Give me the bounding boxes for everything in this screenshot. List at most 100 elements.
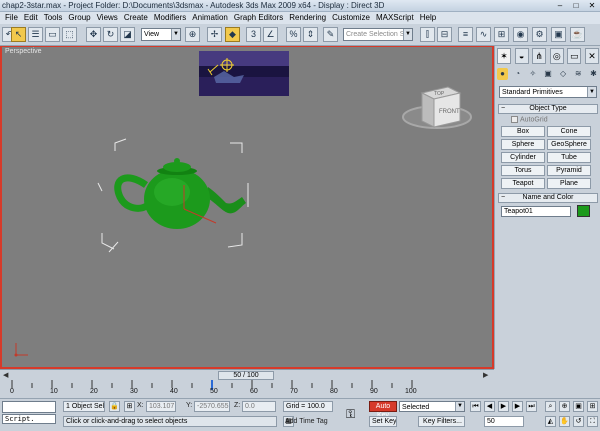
select-by-name-icon[interactable]: ☰ (28, 27, 43, 42)
maxscript-output[interactable]: Script. (2, 414, 56, 424)
next-key-icon[interactable]: ▶ (512, 401, 523, 412)
menu-maxscript[interactable]: MAXScript (373, 12, 417, 24)
absolute-mode-icon[interactable]: ⊞ (124, 401, 135, 412)
zoom-all-icon[interactable]: ⊕ (559, 401, 570, 412)
zoom-extents-all-icon[interactable]: ⊞ (587, 401, 598, 412)
object-name-input[interactable]: Teapot01 (501, 206, 571, 217)
mirror-icon[interactable]: ⫿ (420, 27, 435, 42)
maximize-icon[interactable]: □ (568, 0, 584, 11)
shapes-icon[interactable]: ◔ (512, 68, 523, 80)
previous-key-icon[interactable]: ◀ (484, 401, 495, 412)
align-icon[interactable]: ⊟ (437, 27, 452, 42)
next-frame-icon[interactable]: ▶ (483, 371, 488, 379)
menu-graph-editors[interactable]: Graph Editors (231, 12, 286, 24)
z-coordinate-field[interactable]: 0.0 (242, 401, 276, 412)
keyboard-shortcut-override-icon[interactable]: ◆ (225, 27, 240, 42)
space-warps-icon[interactable]: ≋ (573, 68, 584, 80)
select-manipulate-icon[interactable]: ✢ (207, 27, 222, 42)
torus-button[interactable]: Torus (501, 165, 545, 176)
field-of-view-icon[interactable]: ◭ (545, 416, 556, 427)
object-type-rollout[interactable]: − Object Type (498, 104, 598, 114)
select-and-rotate-icon[interactable]: ↻ (103, 27, 118, 42)
snap-toggle-icon[interactable]: 3 (246, 27, 261, 42)
play-icon[interactable]: ▶ (498, 401, 509, 412)
rendered-frame-window-icon[interactable]: ▣ (551, 27, 566, 42)
track-bar[interactable]: 0 10 20 30 40 50 60 70 80 90 100 (0, 380, 494, 398)
rectangular-selection-icon[interactable]: ▭ (45, 27, 60, 42)
lights-icon[interactable]: ✧ (527, 68, 538, 80)
teapot-object[interactable] (114, 158, 246, 229)
menu-modifiers[interactable]: Modifiers (151, 12, 189, 24)
curve-editor-icon[interactable]: ∿ (476, 27, 491, 42)
menu-edit[interactable]: Edit (21, 12, 41, 24)
cylinder-button[interactable]: Cylinder (501, 152, 545, 163)
previous-frame-icon[interactable]: ◀ (3, 371, 8, 379)
key-icon[interactable]: ⚿ (346, 407, 355, 422)
schematic-view-icon[interactable]: ⊞ (494, 27, 509, 42)
menu-create[interactable]: Create (121, 12, 151, 24)
name-and-color-rollout[interactable]: − Name and Color (498, 193, 598, 203)
cameras-icon[interactable]: ▣ (542, 68, 553, 80)
pan-icon[interactable]: ✋ (559, 416, 570, 427)
tube-button[interactable]: Tube (547, 152, 591, 163)
motion-panel-icon[interactable]: ◎ (549, 48, 564, 64)
plane-button[interactable]: Plane (547, 178, 591, 189)
go-to-end-icon[interactable]: ⏭ (526, 401, 537, 412)
y-coordinate-field[interactable]: -2570.655 (194, 401, 230, 412)
sphere-button[interactable]: Sphere (501, 139, 545, 150)
angle-snap-icon[interactable]: ∠ (263, 27, 278, 42)
object-color-swatch[interactable] (577, 205, 590, 217)
cone-button[interactable]: Cone (547, 126, 591, 137)
selection-lock-icon[interactable]: 🔒 (109, 401, 120, 412)
utilities-panel-icon[interactable]: ✕ (584, 48, 599, 64)
menu-help[interactable]: Help (417, 12, 439, 24)
select-object-icon[interactable]: ↖ (11, 27, 26, 42)
minimize-icon[interactable]: – (552, 0, 568, 11)
teapot-button[interactable]: Teapot (501, 178, 545, 189)
orbit-icon[interactable]: ↺ (573, 416, 584, 427)
menu-file[interactable]: File (2, 12, 21, 24)
time-slider-thumb[interactable]: 50 / 100 (218, 371, 274, 380)
set-key-button[interactable]: Set Key (369, 416, 397, 427)
maxscript-listener-input[interactable] (2, 401, 56, 413)
key-filters-button[interactable]: Key Filters... (418, 416, 465, 427)
time-slider[interactable]: ◀ 50 / 100 ▶ (0, 369, 494, 380)
display-panel-icon[interactable]: ▭ (567, 48, 582, 64)
render-setup-icon[interactable]: ⚙ (532, 27, 547, 42)
zoom-extents-icon[interactable]: ▣ (573, 401, 584, 412)
perspective-viewport[interactable]: Perspective TOP FRONT (0, 46, 494, 369)
hierarchy-panel-icon[interactable]: ⋔ (532, 48, 547, 64)
percent-snap-icon[interactable]: % (286, 27, 301, 42)
geometry-icon[interactable]: ● (497, 68, 508, 80)
current-frame-field[interactable]: 50 (484, 416, 524, 427)
maximize-viewport-icon[interactable]: ⛶ (587, 416, 598, 427)
render-production-icon[interactable]: ☕ (570, 27, 585, 42)
menu-tools[interactable]: Tools (41, 12, 66, 24)
create-panel-icon[interactable]: ✶ (497, 48, 511, 64)
menu-animation[interactable]: Animation (189, 12, 231, 24)
reference-coordinate-dropdown[interactable]: View ▼ (141, 28, 181, 41)
layer-manager-icon[interactable]: ≡ (458, 27, 473, 42)
edit-named-selection-icon[interactable]: ✎ (323, 27, 338, 42)
object-category-dropdown[interactable]: Standard Primitives ▼ (499, 86, 597, 98)
autogrid-checkbox[interactable]: AutoGrid (511, 116, 548, 123)
modify-panel-icon[interactable]: ◒ (514, 48, 529, 64)
pivot-center-icon[interactable]: ⊕ (185, 27, 200, 42)
pyramid-button[interactable]: Pyramid (547, 165, 591, 176)
close-icon[interactable]: ✕ (584, 0, 600, 11)
go-to-start-icon[interactable]: ⏮ (470, 401, 481, 412)
key-mode-dropdown[interactable]: Selected ▼ (399, 401, 465, 412)
auto-key-button[interactable]: Auto Key (369, 401, 397, 419)
geosphere-button[interactable]: GeoSphere (547, 139, 591, 150)
material-editor-icon[interactable]: ◉ (513, 27, 528, 42)
add-time-tag[interactable]: Add Time Tag (285, 418, 328, 425)
menu-group[interactable]: Group (65, 12, 93, 24)
box-button[interactable]: Box (501, 126, 545, 137)
select-and-move-icon[interactable]: ✥ (86, 27, 101, 42)
viewcube[interactable]: TOP FRONT (402, 86, 472, 129)
spinner-snap-icon[interactable]: ⇕ (303, 27, 318, 42)
window-crossing-icon[interactable]: ⬚ (62, 27, 77, 42)
x-coordinate-field[interactable]: 103.107 (146, 401, 176, 412)
select-and-scale-icon[interactable]: ◪ (120, 27, 135, 42)
systems-icon[interactable]: ✱ (588, 68, 599, 80)
